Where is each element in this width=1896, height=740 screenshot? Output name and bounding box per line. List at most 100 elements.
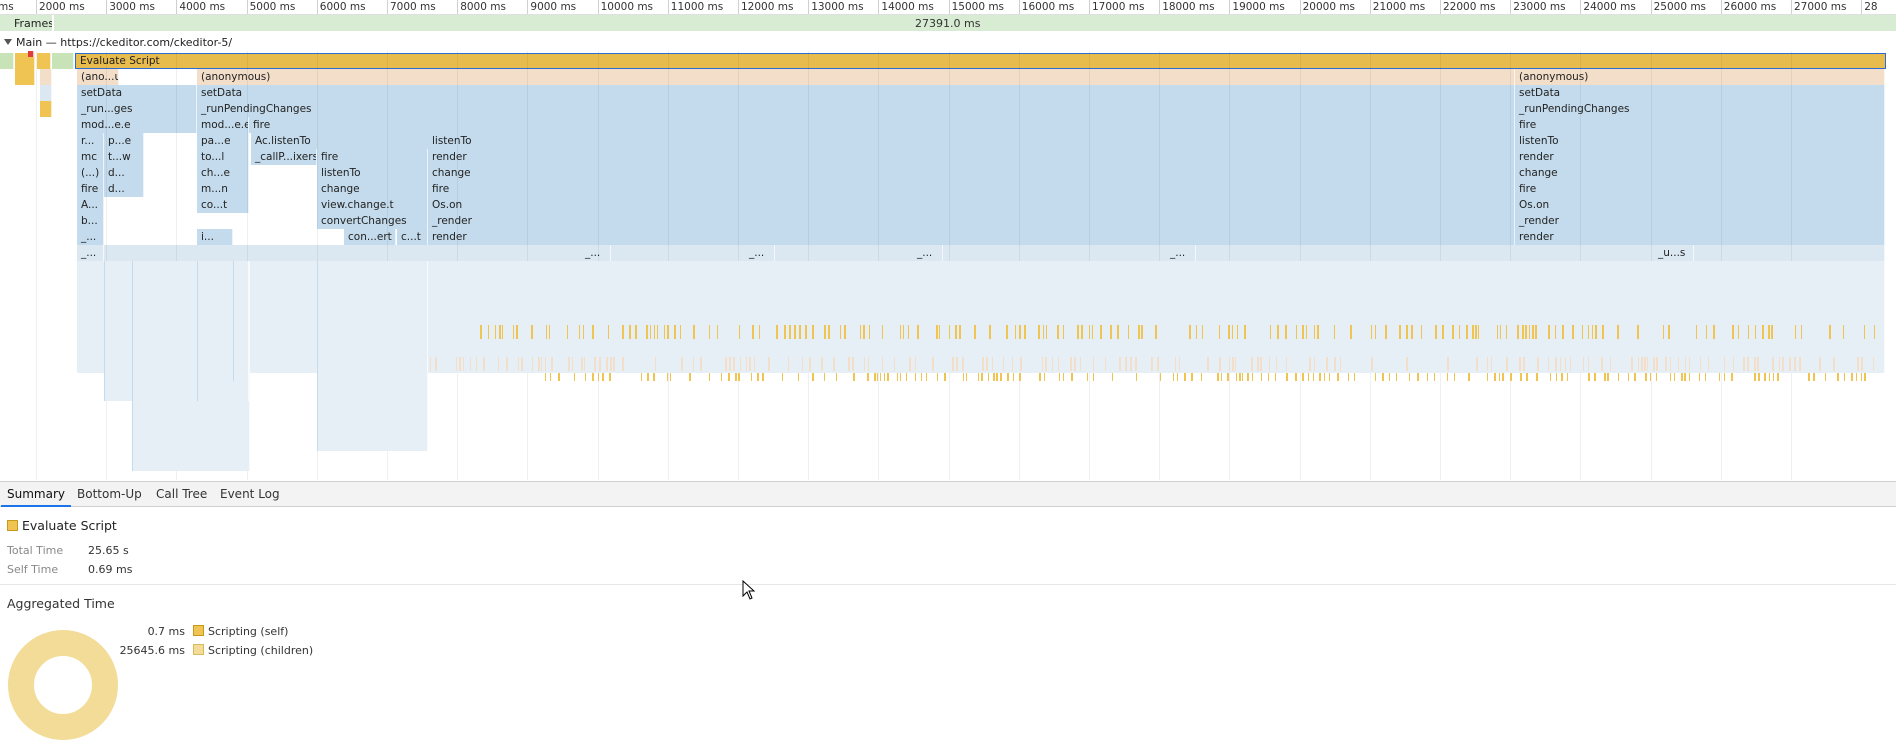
flame-bar[interactable]: _... <box>77 229 104 245</box>
flame-bar[interactable]: pa...e <box>197 133 249 149</box>
sample-stripe <box>1270 325 1271 339</box>
sample-stripe <box>1595 325 1597 339</box>
flame-bar[interactable]: render <box>428 149 1515 165</box>
ruler-tick-label: 23000 ms <box>1510 0 1566 14</box>
flame-bar[interactable]: setData <box>197 85 1515 101</box>
sample-stripe <box>1007 373 1009 381</box>
flame-bar[interactable]: setData <box>1515 85 1885 101</box>
flame-bar[interactable]: b... <box>77 213 104 229</box>
flame-bar[interactable]: change <box>428 165 1515 181</box>
sample-stripe <box>1561 373 1563 381</box>
flame-bar[interactable]: d... <box>104 181 144 197</box>
task-block[interactable] <box>52 53 74 69</box>
flame-bar[interactable]: _run...ges <box>77 101 197 117</box>
collapse-triangle-icon[interactable] <box>4 39 12 45</box>
flame-bar[interactable]: view.change.t <box>317 197 428 213</box>
tab-bottom-up[interactable]: Bottom-Up <box>71 482 148 507</box>
flame-bar[interactable]: _... <box>913 245 943 261</box>
ruler-tick-label: 14000 ms <box>878 0 934 14</box>
tab-event-log[interactable]: Event Log <box>214 482 286 507</box>
flame-bar[interactable]: Os.on <box>1515 197 1885 213</box>
flame-bar[interactable]: r... <box>77 133 104 149</box>
flame-bar[interactable]: (anonymous) <box>197 69 1515 85</box>
flame-bar[interactable]: c...t <box>397 229 428 245</box>
flame-bar[interactable]: _... <box>1166 245 1196 261</box>
sample-stripe <box>860 325 861 339</box>
flame-bar[interactable]: m...n <box>197 181 249 197</box>
task-block[interactable] <box>0 53 14 69</box>
flame-bar[interactable]: listenTo <box>317 165 428 181</box>
sample-stripe <box>1644 357 1646 371</box>
flame-bar[interactable]: _callP...ixers <box>251 149 317 165</box>
flame-bar[interactable]: t...w <box>104 149 144 165</box>
flame-bar[interactable]: render <box>428 229 1515 245</box>
tab-summary[interactable]: Summary <box>1 482 71 507</box>
tab-call-tree[interactable]: Call Tree <box>150 482 213 507</box>
sample-stripe <box>1494 373 1496 381</box>
sample-stripe <box>882 325 883 339</box>
flame-bar[interactable]: (anonymous) <box>1515 69 1885 85</box>
flame-bar[interactable]: A... <box>77 197 104 213</box>
flame-bar[interactable]: fire <box>428 181 1515 197</box>
sample-stripe <box>1135 357 1137 371</box>
evaluate-script-bar[interactable]: Evaluate Script <box>75 53 1886 69</box>
flame-bar[interactable]: fire <box>249 117 1515 133</box>
flame-bar[interactable]: convertChanges <box>317 213 428 229</box>
flame-bar[interactable]: listenTo <box>428 133 1515 149</box>
sample-stripe <box>840 325 841 339</box>
flame-bar[interactable]: setData <box>77 85 197 101</box>
task-block[interactable] <box>40 85 52 101</box>
sample-stripe <box>709 325 710 339</box>
flame-bar[interactable]: mod...e.e <box>197 117 249 133</box>
flame-bar[interactable]: d... <box>104 165 144 181</box>
flame-bar[interactable]: Os.on <box>428 197 1515 213</box>
flame-bar[interactable]: _runPendingChanges <box>1515 101 1885 117</box>
flame-bar[interactable]: render <box>1515 149 1885 165</box>
sample-stripe <box>932 357 934 371</box>
sample-stripe <box>937 373 938 381</box>
task-block[interactable] <box>37 53 51 69</box>
flame-bar[interactable]: fire <box>1515 117 1885 133</box>
flame-bar[interactable]: change <box>1515 165 1885 181</box>
flame-bar[interactable]: _runPendingChanges <box>197 101 1515 117</box>
flame-bar[interactable]: listenTo <box>1515 133 1885 149</box>
flame-bar[interactable]: _... <box>581 245 611 261</box>
flame-bar[interactable]: _u...s <box>1654 245 1694 261</box>
flame-bar[interactable]: _render <box>1515 213 1885 229</box>
task-block[interactable] <box>15 69 35 85</box>
flame-chart[interactable]: Evaluate Script (ano...us) (anonymous) (… <box>0 51 1896 480</box>
flame-bar[interactable]: _... <box>745 245 775 261</box>
flame-bar[interactable]: co...t <box>197 197 249 213</box>
flame-bar[interactable]: Ac.listenTo <box>251 133 431 149</box>
task-block[interactable] <box>40 101 52 117</box>
flame-bar[interactable]: ch...e <box>197 165 249 181</box>
main-thread-header[interactable]: Main — https://ckeditor.com/ckeditor-5/ <box>0 36 232 51</box>
flame-bar[interactable]: fire <box>1515 181 1885 197</box>
flame-bar[interactable]: con...ert <box>344 229 396 245</box>
flame-bar[interactable]: mc <box>77 149 104 165</box>
sample-stripe <box>952 357 954 371</box>
flame-bar[interactable]: to...l <box>197 149 249 165</box>
flame-bar[interactable]: i... <box>197 229 233 245</box>
flame-bar[interactable]: fire <box>317 149 428 165</box>
task-block[interactable] <box>40 69 52 85</box>
flame-bar[interactable]: fire <box>77 181 104 197</box>
legend-swatch <box>193 625 204 636</box>
flame-bar[interactable]: p...e <box>104 133 144 149</box>
flame-bar[interactable]: render <box>1515 229 1885 245</box>
frames-track[interactable]: Frames 27391.0 ms <box>0 15 1896 32</box>
sample-stripe <box>1719 373 1720 381</box>
sample-stripe <box>921 373 922 381</box>
flame-bar[interactable]: mod...e.e <box>77 117 197 133</box>
sample-stripe <box>1308 373 1309 381</box>
flame-bar[interactable]: (ano...us) <box>77 69 119 85</box>
time-ruler[interactable]: ms 2000 ms 3000 ms 4000 ms 5000 ms 6000 ms 700… <box>0 0 1896 15</box>
flame-bar[interactable]: change <box>317 181 428 197</box>
sample-stripe <box>894 357 895 371</box>
sample-stripe <box>1724 357 1725 371</box>
sample-stripe <box>1043 325 1044 339</box>
sample-stripe <box>1556 373 1557 381</box>
flame-bar[interactable]: _render <box>428 213 1515 229</box>
flame-bar[interactable]: _... <box>77 245 104 261</box>
flame-bar[interactable]: (...) <box>77 165 104 181</box>
